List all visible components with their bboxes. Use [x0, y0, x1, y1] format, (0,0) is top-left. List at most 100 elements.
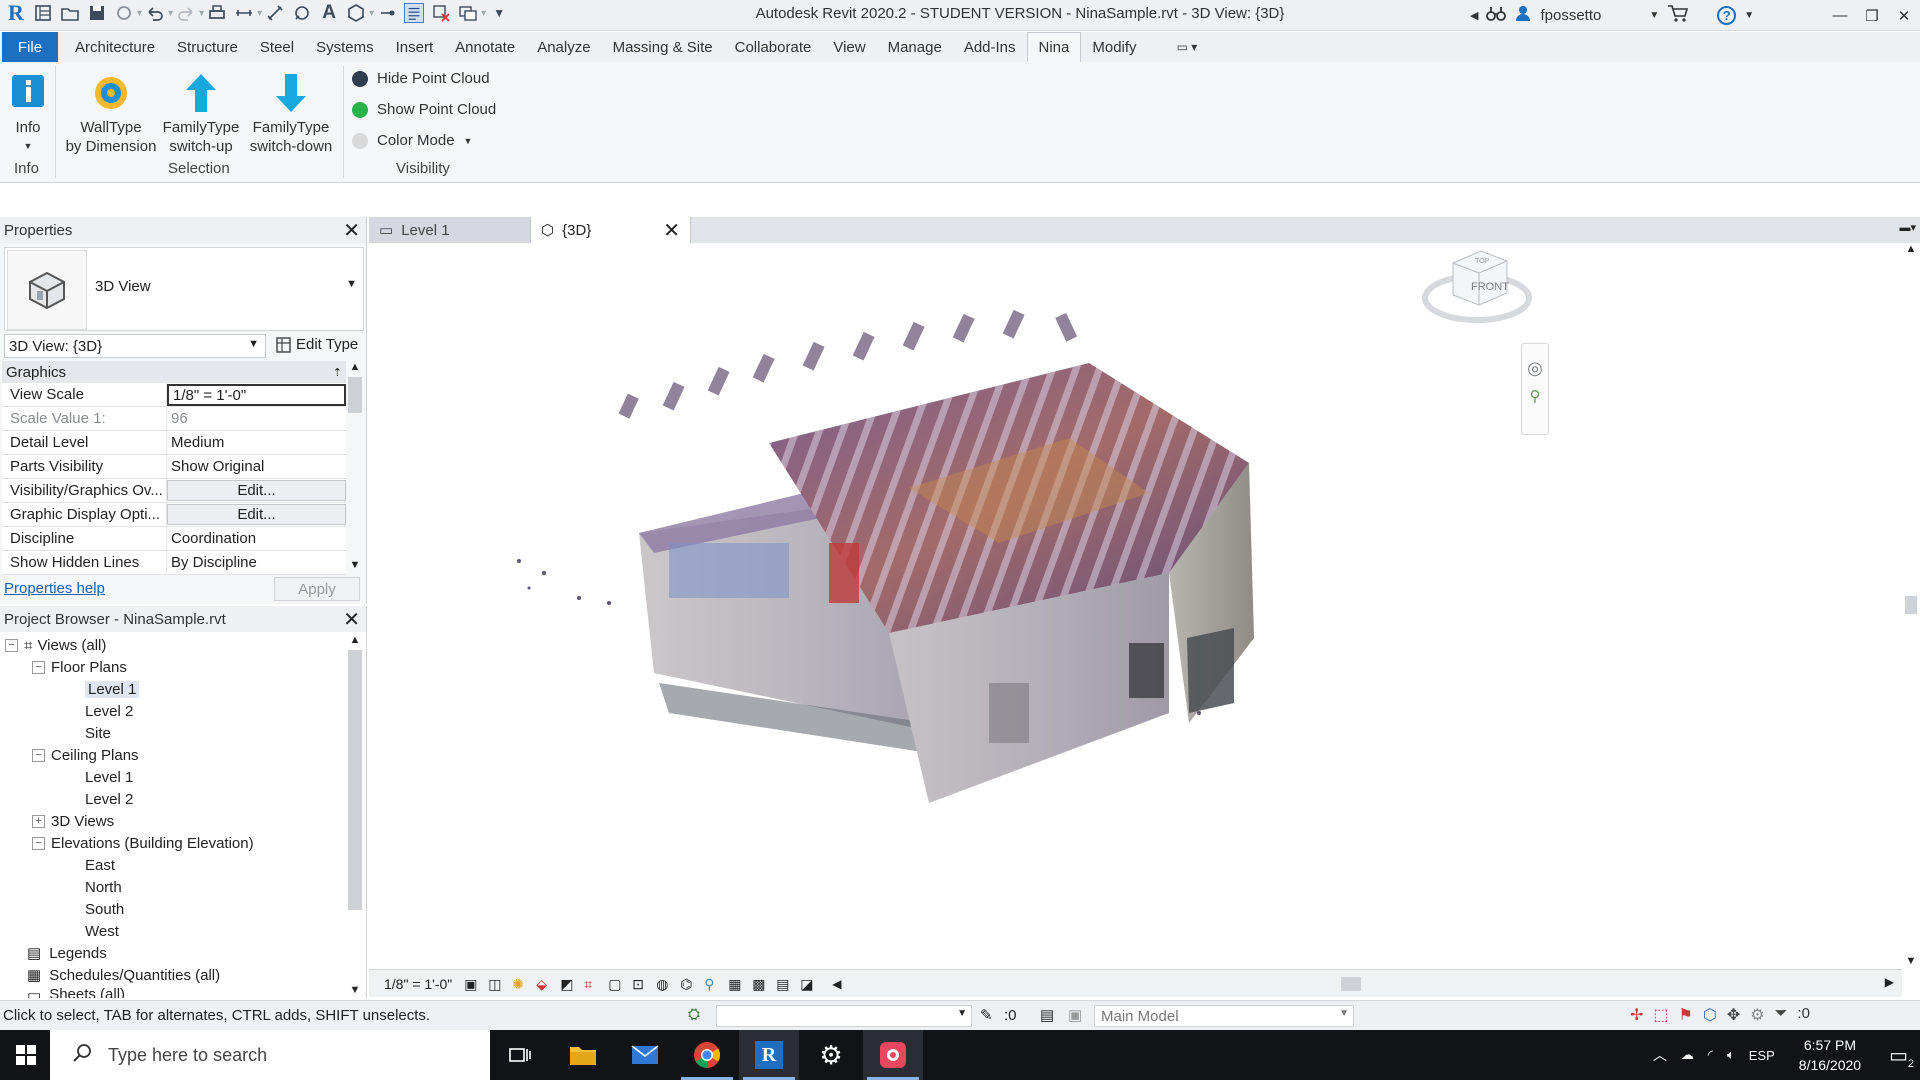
viewcube-top-face[interactable]: TOP [1475, 258, 1490, 265]
collapse-icon[interactable]: − [32, 748, 45, 762]
close-icon[interactable]: ✕ [1888, 0, 1920, 31]
minimize-icon[interactable]: — [1824, 0, 1856, 31]
info-button[interactable]: Info ▼ [6, 68, 50, 156]
select-by-face-icon[interactable]: ⬡ [1703, 1005, 1717, 1025]
apply-button[interactable]: Apply [274, 577, 360, 601]
close-icon[interactable]: ✕ [343, 218, 360, 243]
reveal-hidden-icon[interactable]: ⌬ [680, 976, 700, 992]
switch-windows-icon[interactable] [458, 3, 478, 23]
aligned-dimension-icon[interactable] [265, 3, 285, 23]
tab-insert[interactable]: Insert [385, 32, 445, 62]
file-explorer-icon[interactable] [553, 1030, 613, 1080]
sync-icon[interactable] [114, 3, 134, 23]
view-tab-3d[interactable]: ⬡ {3D} ✕ [531, 217, 691, 243]
view-tab-level-1[interactable]: ▭ Level 1 [369, 217, 531, 243]
scroll-down-icon[interactable]: ▼ [346, 559, 364, 571]
measure-icon[interactable] [234, 3, 254, 23]
tab-architecture[interactable]: Architecture [64, 32, 166, 62]
familytype-switch-up-button[interactable]: FamilyType switch-up [160, 68, 242, 156]
tabs-menu-icon[interactable]: ▬▾ [1899, 221, 1916, 234]
select-underlay-icon[interactable]: ⬚ [1653, 1005, 1668, 1025]
tree-node-3d-views[interactable]: +3D Views [0, 810, 346, 832]
collapse-icon[interactable]: − [32, 836, 45, 850]
scroll-up-icon[interactable]: ▲ [1902, 243, 1920, 255]
user-icon[interactable] [1514, 4, 1532, 26]
collapse-icon[interactable]: − [32, 660, 45, 674]
close-hidden-windows-icon[interactable] [431, 3, 451, 23]
viewcube[interactable]: FRONT TOP [1419, 243, 1539, 338]
clock[interactable]: 6:57 PM 8/16/2020 [1799, 1035, 1861, 1075]
scroll-up-icon[interactable]: ▲ [346, 634, 364, 650]
tree-node-cp-level-2[interactable]: Level 2 [0, 788, 346, 810]
show-point-cloud-button[interactable]: Show Point Cloud [352, 101, 496, 118]
horizontal-scroll-thumb[interactable] [1341, 977, 1361, 991]
taskbar-search-box[interactable]: Type here to search [50, 1030, 490, 1080]
constraints-icon[interactable]: ▩ [752, 976, 772, 992]
familytype-switch-down-button[interactable]: FamilyType switch-down [248, 68, 334, 156]
tree-node-ceiling-plans[interactable]: − Ceiling Plans [0, 744, 346, 766]
tab-nina[interactable]: Nina [1026, 32, 1082, 62]
tree-node-views[interactable]: − ⌗ Views (all) [0, 634, 346, 656]
temp-hide-icon[interactable]: ◍ [656, 976, 676, 992]
3d-view-icon[interactable] [346, 3, 366, 23]
tab-view[interactable]: View [822, 32, 876, 62]
highlight-displacement-icon[interactable]: ▦ [728, 976, 748, 992]
detail-level-icon[interactable]: ▣ [464, 976, 484, 992]
chevron-down-icon[interactable]: ▼ [1649, 10, 1659, 21]
binoculars-icon[interactable] [1486, 4, 1507, 26]
tree-node-south[interactable]: South [0, 898, 346, 920]
prop-row-view-scale[interactable]: View Scale 1/8" = 1'-0" [2, 383, 346, 407]
scroll-left-icon[interactable]: ◀ [832, 977, 841, 991]
workset-icon[interactable]: ⛭ [688, 1006, 700, 1023]
customize-qat-icon[interactable]: ▼ [489, 3, 509, 23]
scroll-thumb[interactable] [1905, 596, 1917, 614]
chevron-up-icon[interactable]: ︿ [1653, 1045, 1667, 1065]
color-mode-dropdown[interactable]: Color Mode ▼ [352, 132, 472, 149]
worksharing-display-icon[interactable]: ▤ [776, 976, 796, 992]
username[interactable]: fpossetto [1540, 7, 1601, 24]
section-graphics[interactable]: Graphics ⇡ [2, 361, 346, 383]
open-icon[interactable] [60, 3, 80, 23]
notification-center-icon[interactable]: ▭ 2 [1889, 1043, 1914, 1070]
tab-file[interactable]: File [2, 32, 58, 62]
editable-only-icon[interactable]: ✎ [980, 1006, 993, 1024]
restore-icon[interactable]: ❐ [1856, 0, 1888, 31]
visual-style-icon[interactable]: ◫ [488, 976, 508, 992]
section-icon[interactable] [377, 3, 397, 23]
sun-path-icon[interactable]: ✺ [512, 976, 532, 992]
close-icon[interactable]: ✕ [343, 607, 360, 632]
visibility-edit-button[interactable]: Edit... [167, 480, 346, 501]
tab-analyze[interactable]: Analyze [526, 32, 601, 62]
zoom-icon[interactable]: ⚲ [1522, 387, 1548, 405]
tab-collaborate[interactable]: Collaborate [724, 32, 823, 62]
3d-view-canvas[interactable]: FRONT TOP ◎ ⚲ [369, 243, 1902, 967]
tree-node-sheets[interactable]: ▭ Sheets (all) [0, 986, 346, 998]
tab-structure[interactable]: Structure [166, 32, 249, 62]
properties-scrollbar[interactable]: ▲ ▼ [346, 361, 364, 571]
filter-icon[interactable]: ⏷ [1775, 1005, 1788, 1025]
prop-row-show-hidden-lines[interactable]: Show Hidden Lines By Discipline [2, 551, 346, 575]
cloud-icon[interactable]: ☁ [1681, 1047, 1694, 1063]
thin-lines-icon[interactable] [404, 3, 425, 23]
wifi-icon[interactable]: ◜ [1708, 1047, 1713, 1063]
rendering-icon[interactable]: ◩ [560, 976, 580, 992]
text-icon[interactable]: A [319, 2, 339, 23]
steering-wheel-icon[interactable]: ◎ [1522, 358, 1548, 379]
revit-logo-icon[interactable]: R [6, 0, 26, 25]
background-process-icon[interactable]: ⚙ [1750, 1005, 1764, 1025]
design-options-icon[interactable]: ▤ [1040, 1006, 1054, 1024]
edit-type-button[interactable]: Edit Type [276, 336, 358, 353]
analytical-model-icon[interactable]: ⚲ [704, 976, 724, 992]
expand-icon[interactable]: + [32, 814, 45, 828]
select-pinned-icon[interactable]: ⚑ [1679, 1005, 1693, 1025]
crop-view-icon[interactable]: ⌗ [584, 976, 604, 992]
redo-icon[interactable] [176, 3, 196, 23]
settings-icon[interactable]: ⚙ [801, 1030, 861, 1080]
canvas-scrollbar[interactable]: ▲ ▼ [1902, 243, 1920, 967]
tree-node-fp-level-1[interactable]: Level 1 [0, 678, 346, 700]
scroll-thumb[interactable] [348, 650, 362, 910]
tag-icon[interactable] [292, 3, 312, 23]
tab-modify[interactable]: Modify [1081, 32, 1147, 62]
shadows-icon[interactable]: ⬙ [536, 976, 556, 992]
unlocked-3d-icon[interactable]: ⊡ [632, 976, 652, 992]
